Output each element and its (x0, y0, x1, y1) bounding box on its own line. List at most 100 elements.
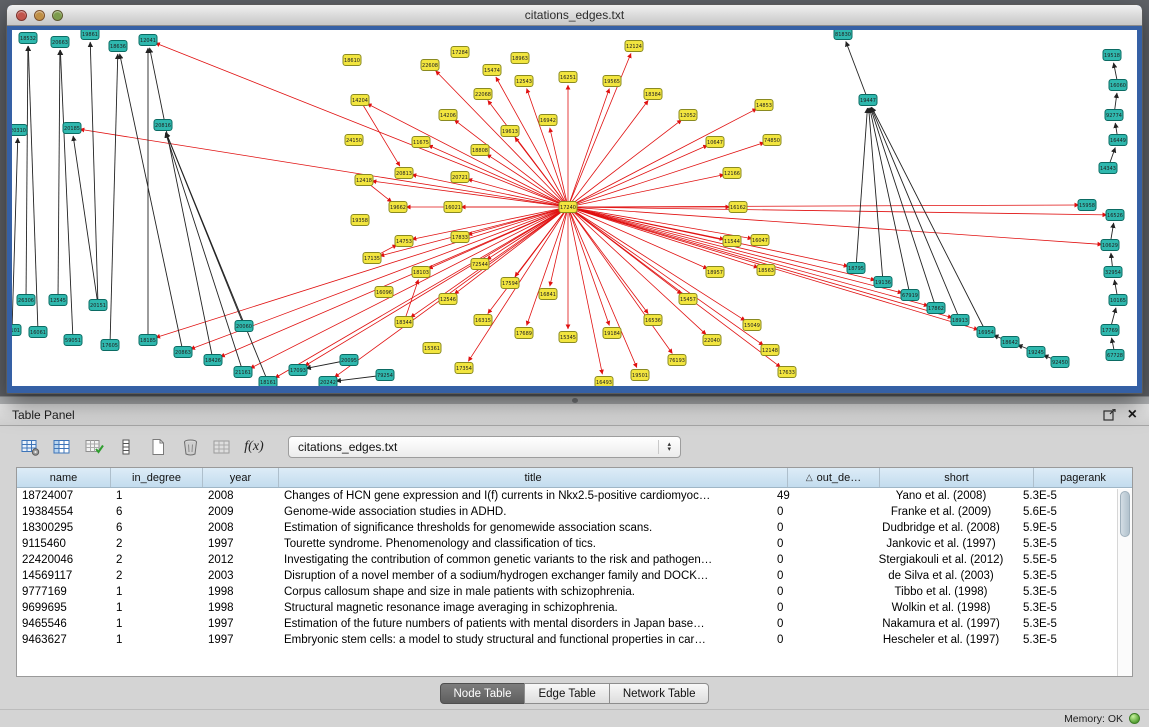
graph-node[interactable]: 12543 (515, 76, 533, 87)
graph-node[interactable]: 16047 (751, 235, 769, 246)
graph-node[interactable]: 16096 (375, 287, 393, 298)
new-table-icon[interactable] (146, 437, 170, 457)
graph-node[interactable]: 22040 (703, 335, 721, 346)
graph-node[interactable]: 20095 (340, 355, 358, 366)
close-window-button[interactable] (16, 10, 27, 21)
graph-node[interactable]: 81830 (834, 30, 852, 40)
graph-node[interactable]: 16942 (539, 115, 557, 126)
graph-node[interactable]: 92450 (1051, 357, 1069, 368)
graph-node[interactable]: 12418 (355, 175, 373, 186)
column-header-pagerank[interactable]: pagerank (1034, 468, 1132, 487)
graph-node[interactable]: 26306 (17, 295, 35, 306)
graph-node[interactable]: 18636 (109, 41, 127, 52)
graph-node[interactable]: 22068 (474, 89, 492, 100)
graph-node[interactable]: 18563 (757, 265, 775, 276)
graph-node[interactable]: 20721 (451, 172, 469, 183)
graph-node[interactable]: 17633 (778, 367, 796, 378)
close-panel-icon[interactable]: × (1128, 408, 1137, 422)
minimize-window-button[interactable] (34, 10, 45, 21)
graph-node[interactable]: 19101 (12, 325, 21, 336)
graph-node[interactable]: 14343 (1099, 163, 1117, 174)
graph-node[interactable]: 15049 (743, 320, 761, 331)
table-select-dropdown[interactable]: citations_edges.txt ▴▾ (288, 436, 681, 458)
function-builder-icon[interactable]: f(x) (242, 437, 266, 457)
graph-node[interactable]: 18913 (951, 315, 969, 326)
window-titlebar[interactable]: citations_edges.txt (7, 5, 1142, 26)
graph-node[interactable]: 18426 (204, 355, 222, 366)
graph-node[interactable]: 11544 (723, 236, 741, 247)
graph-node[interactable]: 14753 (395, 236, 413, 247)
graph-node[interactable]: 17862 (927, 303, 945, 314)
graph-node[interactable]: 19662 (389, 202, 407, 213)
table-row[interactable]: 1872400712008Changes of HCN gene express… (17, 488, 1116, 504)
graph-node[interactable]: 76193 (668, 355, 686, 366)
tab-edge-table[interactable]: Edge Table (524, 683, 609, 704)
table-row[interactable]: 946362711997Embryonic stem cells: a mode… (17, 632, 1116, 648)
column-header-out_degree[interactable]: △out_de… (788, 468, 880, 487)
graph-node[interactable]: 32954 (1104, 267, 1122, 278)
graph-node[interactable]: 14206 (439, 110, 457, 121)
graph-node[interactable]: 16493 (595, 377, 613, 387)
graph-node[interactable]: 67728 (1106, 350, 1124, 361)
graph-node[interactable]: 16315 (474, 315, 492, 326)
graph-node[interactable]: 18384 (644, 89, 662, 100)
graph-node[interactable]: 20060 (235, 321, 253, 332)
graph-node[interactable]: 20242 (319, 377, 337, 387)
show-columns-icon[interactable] (50, 437, 74, 457)
graph-node[interactable]: 74850 (763, 135, 781, 146)
graph-node[interactable]: 20816 (154, 120, 172, 131)
graph-node[interactable]: 12148 (761, 345, 779, 356)
graph-node[interactable]: 67919 (901, 290, 919, 301)
graph-node[interactable]: 19184 (603, 328, 621, 339)
graph-node[interactable]: 12052 (679, 110, 697, 121)
tab-node-table[interactable]: Node Table (440, 683, 526, 704)
graph-node[interactable]: 17689 (515, 328, 533, 339)
graph-node[interactable]: 19447 (859, 95, 877, 106)
graph-node[interactable]: 16526 (1106, 210, 1124, 221)
panel-splitter[interactable] (0, 396, 1149, 404)
graph-node[interactable]: 18532 (19, 33, 37, 44)
graph-node[interactable]: 12546 (439, 294, 457, 305)
tab-network-table[interactable]: Network Table (609, 683, 710, 704)
table-row[interactable]: 969969511998Structural magnetic resonanc… (17, 600, 1116, 616)
graph-node[interactable]: 10629 (1101, 240, 1119, 251)
graph-node[interactable]: 18963 (511, 53, 529, 64)
graph-node[interactable]: 17605 (101, 340, 119, 351)
graph-node[interactable]: 16536 (644, 315, 662, 326)
delete-table-icon[interactable] (178, 437, 202, 457)
graph-node[interactable]: 19358 (351, 215, 369, 226)
column-header-in_degree[interactable]: in_degree (111, 468, 203, 487)
table-row[interactable]: 1938455462009Genome-wide association stu… (17, 504, 1116, 520)
graph-node[interactable]: 18103 (412, 267, 430, 278)
graph-node[interactable]: 18795 (847, 263, 865, 274)
graph-node[interactable]: 19501 (631, 370, 649, 381)
graph-node[interactable]: 19861 (81, 30, 99, 40)
graph-node[interactable]: 20151 (89, 300, 107, 311)
graph-node[interactable]: 15958 (1078, 200, 1096, 211)
graph-node[interactable]: 24150 (345, 135, 363, 146)
graph-node[interactable]: 79254 (376, 370, 394, 381)
graph-node[interactable]: 20663 (51, 37, 69, 48)
graph-node[interactable]: 18161 (259, 377, 277, 387)
graph-node[interactable]: 16021 (444, 202, 462, 213)
graph-node[interactable]: 18185 (139, 335, 157, 346)
column-header-title[interactable]: title (279, 468, 788, 487)
table-row[interactable]: 1830029562008Estimation of significance … (17, 520, 1116, 536)
clear-table-icon[interactable] (210, 437, 234, 457)
graph-node[interactable]: 20813 (395, 168, 413, 179)
graph-node[interactable]: 18957 (706, 267, 724, 278)
graph-node[interactable]: 16449 (1109, 135, 1127, 146)
network-canvas[interactable]: 1724016251195651838412052106471216616162… (12, 30, 1137, 386)
graph-node[interactable]: 22608 (421, 60, 439, 71)
graph-node[interactable]: 16841 (539, 289, 557, 300)
graph-node[interactable]: 20185 (63, 123, 81, 134)
graph-node[interactable]: 18344 (395, 317, 413, 328)
graph-node[interactable]: 14204 (351, 95, 369, 106)
column-header-year[interactable]: year (203, 468, 279, 487)
graph-node[interactable]: 17135 (363, 253, 381, 264)
float-panel-icon[interactable] (1103, 409, 1116, 421)
graph-node[interactable]: 16162 (729, 202, 747, 213)
table-row[interactable]: 2242004622012Investigating the contribut… (17, 552, 1116, 568)
graph-node[interactable]: 17594 (501, 278, 519, 289)
graph-node[interactable]: 20863 (174, 347, 192, 358)
